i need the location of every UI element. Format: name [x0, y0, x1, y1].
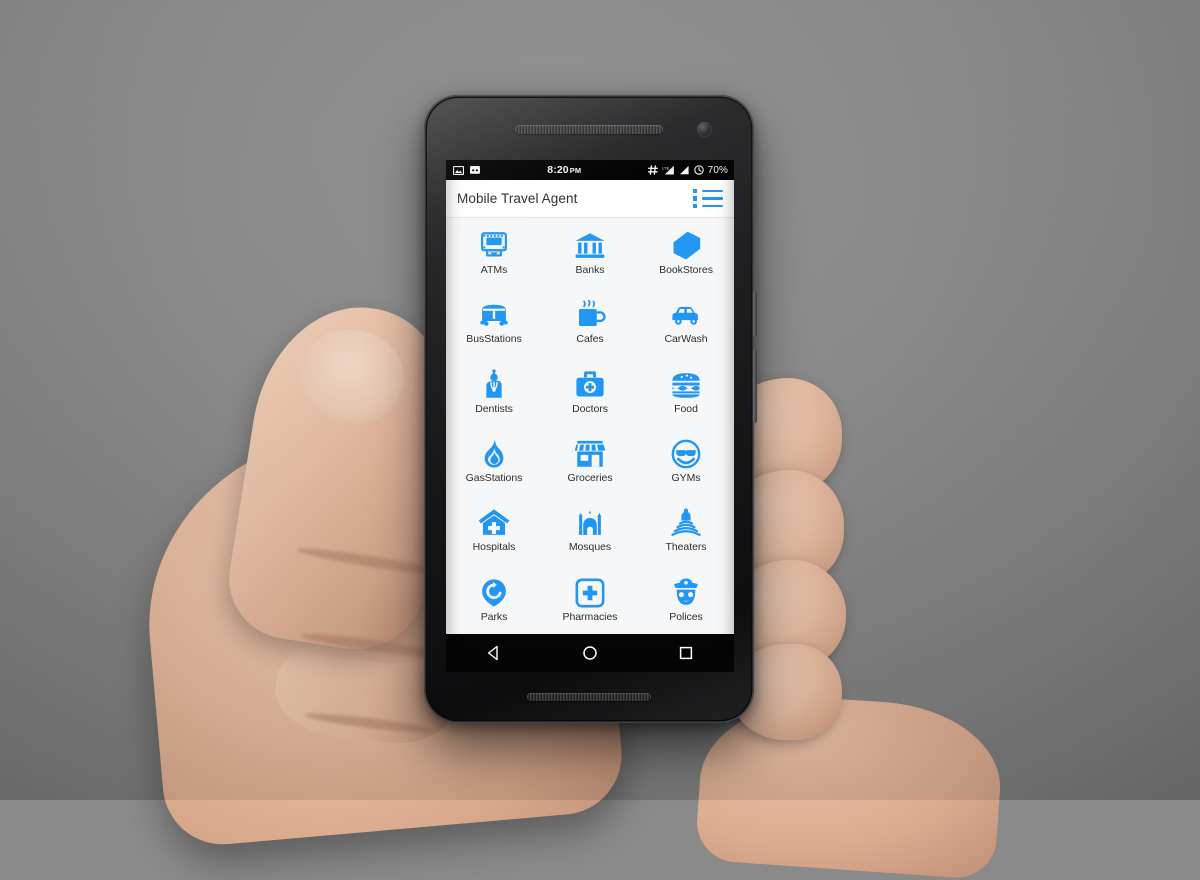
photo-scene: 8:20PM LTE 70% Mobile Travel Agent ATMs …	[0, 0, 1200, 880]
stage-performer-icon	[671, 508, 701, 537]
hand-lower-palm	[694, 689, 1006, 880]
thumbnail	[292, 321, 412, 431]
circle-home-icon[interactable]	[582, 645, 598, 661]
grid-item-label: Doctors	[572, 402, 608, 415]
grid-item-carwash[interactable]: CarWash	[638, 287, 734, 356]
books-icon	[673, 231, 701, 260]
map-pin-refresh-icon	[482, 578, 506, 607]
clock-time: 8:20	[547, 164, 569, 176]
grid-item-label: Groceries	[567, 471, 613, 484]
grid-item-label: CarWash	[664, 333, 708, 346]
list-icon-row	[692, 196, 723, 201]
grid-item-doctors[interactable]: Doctors	[542, 357, 638, 426]
police-officer-icon	[674, 578, 698, 605]
flame-icon	[484, 439, 504, 468]
list-line	[702, 189, 723, 193]
grid-item-label: GYMs	[671, 471, 701, 484]
alarm-icon	[693, 165, 704, 175]
list-line	[702, 204, 723, 208]
list-bullet	[692, 196, 697, 201]
hand-crease	[303, 710, 435, 736]
coffee-cup-icon	[578, 299, 606, 327]
svg-text:LTE: LTE	[662, 165, 670, 170]
grid-item-label: BusStations	[466, 333, 522, 346]
grid-item-label: Polices	[669, 610, 703, 623]
bank-icon	[575, 233, 605, 258]
grid-item-label: Food	[674, 402, 698, 415]
android-robot-icon	[470, 165, 480, 174]
grid-item-cafes[interactable]: Cafes	[542, 287, 638, 356]
bottom-speaker-grille	[527, 693, 651, 701]
battery-percentage: 70%	[707, 164, 728, 176]
smartphone-device: 8:20PM LTE 70% Mobile Travel Agent ATMs …	[424, 95, 757, 723]
screenshot-icon	[453, 165, 464, 175]
category-grid: ATMs Banks BookStores BusStations Cafes …	[446, 218, 734, 634]
signal-icon	[679, 165, 689, 175]
list-bullet	[692, 203, 697, 209]
grid-item-busstations[interactable]: BusStations	[446, 287, 542, 356]
grid-item-hospitals[interactable]: Hospitals	[446, 495, 542, 564]
power-button[interactable]	[753, 291, 757, 337]
storefront-icon	[574, 440, 606, 467]
earpiece-speaker-grille	[515, 125, 663, 134]
hash-icon	[647, 165, 658, 175]
status-bar-clock: 8:20PM	[486, 164, 643, 176]
grid-item-label: Cafes	[576, 333, 604, 346]
grid-item-pharmacies[interactable]: Pharmacies	[542, 565, 638, 634]
grid-item-bookstores[interactable]: BookStores	[638, 218, 734, 287]
grid-item-parks[interactable]: Parks	[446, 565, 542, 634]
list-bullet	[692, 188, 697, 194]
grid-item-polices[interactable]: Polices	[638, 565, 734, 634]
grid-item-label: Hospitals	[472, 541, 516, 554]
triangle-back-icon[interactable]	[486, 645, 502, 661]
grid-item-groceries[interactable]: Groceries	[542, 426, 638, 495]
grid-item-label: Dentists	[475, 402, 513, 415]
burger-icon	[672, 372, 700, 398]
grid-item-label: Banks	[575, 263, 605, 276]
app-bar: Mobile Travel Agent	[446, 180, 734, 218]
atm-icon	[480, 232, 508, 257]
square-recents-icon[interactable]	[678, 645, 694, 661]
medical-bag-icon	[576, 370, 604, 397]
grid-item-gasstations[interactable]: GasStations	[446, 426, 542, 495]
bus-icon	[480, 305, 508, 326]
grid-item-gyms[interactable]: GYMs	[638, 426, 734, 495]
grid-item-banks[interactable]: Banks	[542, 218, 638, 287]
dentist-person-icon	[486, 368, 502, 398]
grid-item-label: ATMs	[480, 263, 508, 276]
android-navigation-bar	[446, 634, 734, 672]
grid-item-mosques[interactable]: Mosques	[542, 495, 638, 564]
list-icon-row	[692, 188, 723, 194]
grid-item-label: Mosques	[568, 541, 612, 554]
status-bar-right-icons: LTE 70%	[647, 164, 728, 176]
app-title: Mobile Travel Agent	[457, 191, 578, 206]
grid-item-label: Pharmacies	[562, 610, 618, 623]
list-line	[702, 197, 723, 200]
grid-item-label: Parks	[480, 610, 508, 623]
smiley-sunglasses-icon	[671, 439, 701, 469]
lte-signal-icon: LTE	[662, 165, 674, 175]
volume-button[interactable]	[753, 349, 757, 423]
grid-item-dentists[interactable]: Dentists	[446, 357, 542, 426]
clock-ampm: PM	[569, 166, 582, 175]
list-view-icon[interactable]	[692, 188, 723, 209]
grid-item-label: Theaters	[665, 541, 707, 554]
front-camera-lens	[697, 122, 712, 137]
grid-item-label: GasStations	[465, 471, 523, 484]
car-icon	[672, 307, 698, 325]
phone-screen: 8:20PM LTE 70% Mobile Travel Agent ATMs …	[446, 160, 734, 672]
grid-item-atms[interactable]: ATMs	[446, 218, 542, 287]
grid-item-label: BookStores	[659, 263, 713, 276]
pharmacy-cross-icon	[575, 578, 605, 607]
grid-item-theaters[interactable]: Theaters	[638, 495, 734, 564]
list-icon-row	[692, 203, 723, 209]
status-bar-left-icons	[453, 165, 481, 175]
grid-item-food[interactable]: Food	[638, 357, 734, 426]
hospital-house-icon	[478, 509, 510, 536]
mosque-icon	[578, 510, 602, 536]
status-bar: 8:20PM LTE 70%	[446, 160, 734, 180]
